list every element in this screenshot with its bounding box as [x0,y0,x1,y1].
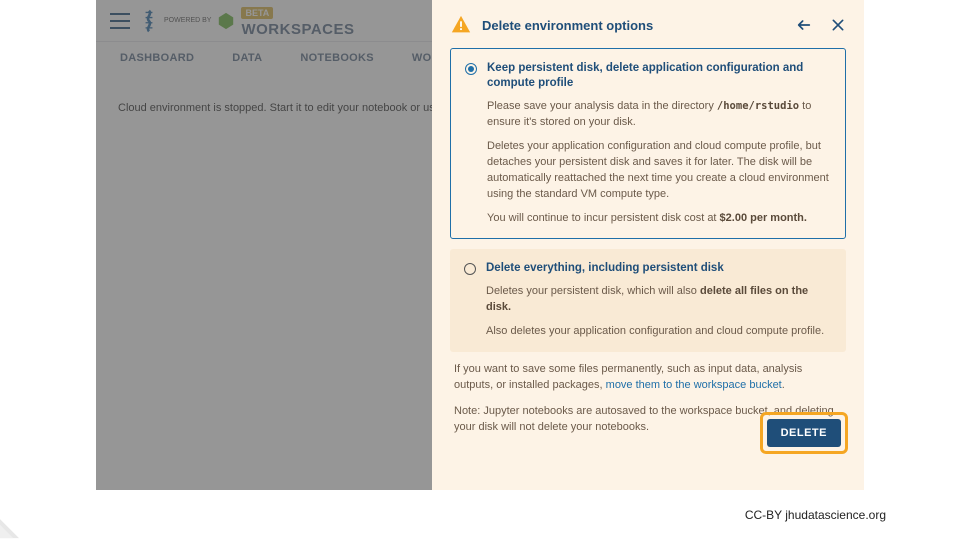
hex-icon [217,12,235,30]
option-keep-disk[interactable]: Keep persistent disk, delete application… [450,48,846,239]
delete-highlight: DELETE [760,412,848,454]
home-path: /home/rstudio [717,100,799,112]
option-delete-all-body: Delete everything, including persistent … [486,261,832,340]
logo-cluster: POWERED BY BETA WORKSPACES [140,3,355,38]
option-keep-disk-body: Keep persistent disk, delete application… [487,61,831,226]
helix-icon [140,9,158,33]
beta-badge: BETA [241,7,273,19]
workspaces-label: WORKSPACES [241,21,354,38]
warning-icon [450,14,472,36]
disk-cost: $2.00 per month. [720,212,807,224]
powered-by-label: POWERED BY [164,17,211,24]
workspaces-brand: BETA WORKSPACES [241,3,354,38]
menu-icon[interactable] [110,13,130,29]
panel-title: Delete environment options [482,18,778,33]
panel-header: Delete environment options [450,14,846,36]
option-delete-all[interactable]: Delete everything, including persistent … [450,249,846,352]
delete-options-panel: Delete environment options Keep persiste… [432,0,864,490]
bucket-link[interactable]: move them to the workspace bucket [606,379,782,391]
option-delete-all-title: Delete everything, including persistent … [486,261,832,276]
save-files-note: If you want to save some files permanent… [450,362,846,394]
corner-decoration [0,502,38,540]
delete-button[interactable]: DELETE [767,419,841,447]
close-icon[interactable] [830,17,846,33]
radio-keep-disk[interactable] [465,63,477,75]
tab-data[interactable]: DATA [232,52,262,64]
option-keep-disk-title: Keep persistent disk, delete application… [487,61,831,91]
radio-delete-all[interactable] [464,263,476,275]
tab-dashboard[interactable]: DASHBOARD [120,52,194,64]
footer-attribution: CC-BY jhudatascience.org [745,508,886,522]
tab-notebooks[interactable]: NOTEBOOKS [300,52,374,64]
back-arrow-icon[interactable] [796,17,812,33]
